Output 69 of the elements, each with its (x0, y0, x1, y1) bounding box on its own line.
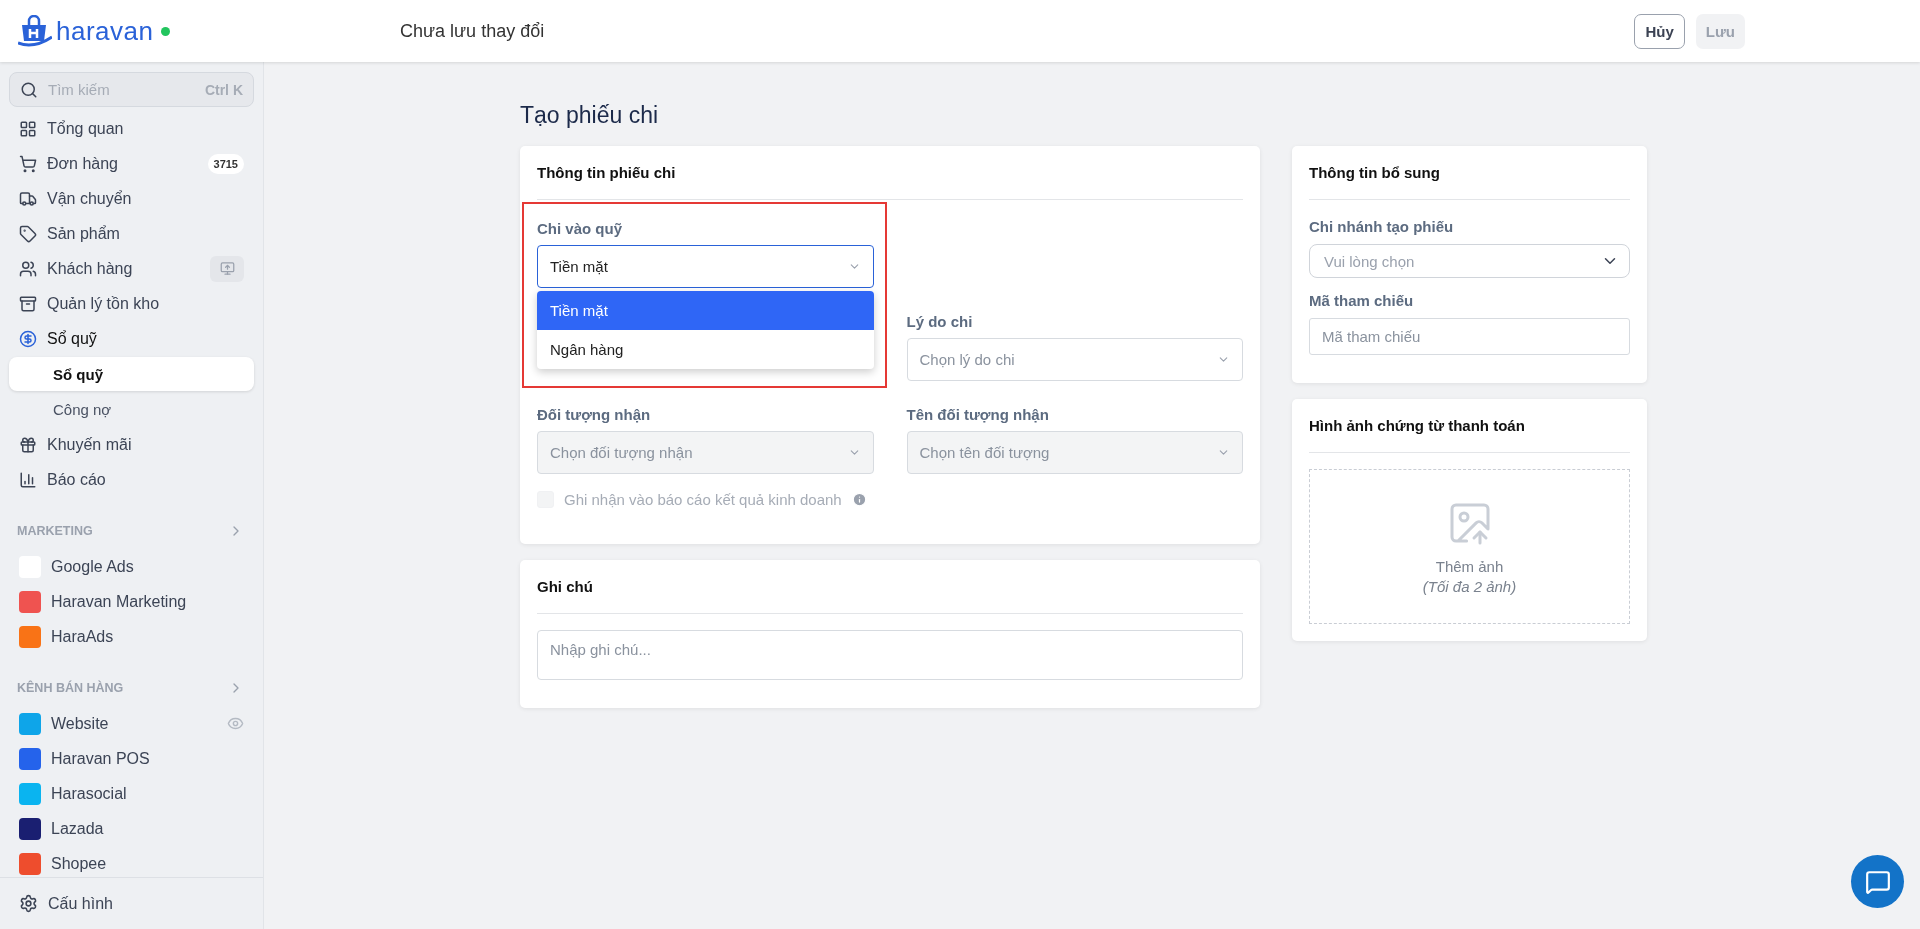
upload-area[interactable]: Thêm ảnh (Tối đa 2 ảnh) (1309, 469, 1630, 624)
card-title: Ghi chú (537, 560, 1243, 614)
app-item[interactable]: Lazada (9, 811, 254, 846)
nav-icon (19, 154, 37, 173)
field-label: Lý do chi (906, 313, 974, 332)
nav-item[interactable]: Vận chuyển (9, 181, 254, 216)
select-field[interactable]: Tiền mặt (537, 245, 874, 288)
section-title: KÊNH BÁN HÀNG (17, 681, 124, 695)
field-label: Mã tham chiếu (1309, 292, 1415, 309)
app-item[interactable]: Harasocial (9, 776, 254, 811)
app-icon (19, 747, 41, 770)
app-item[interactable]: Website (9, 706, 254, 741)
nav-item[interactable]: Sản phẩm (9, 216, 254, 251)
bag-logo-icon (18, 15, 52, 47)
chat-button[interactable] (1851, 855, 1904, 908)
nav-item[interactable]: Đơn hàng 3715 (9, 146, 254, 181)
app-icon (19, 782, 41, 805)
settings-item[interactable]: Cấu hình (0, 877, 263, 929)
upload-hint: (Tối đa 2 ảnh) (1422, 577, 1517, 595)
unsaved-status: Chưa lưu thay đổi (400, 20, 546, 42)
settings-icon (19, 894, 38, 913)
field-label: Chi vào quỹ (537, 220, 623, 239)
card-title: Thông tin bổ sung (1309, 146, 1630, 200)
app-item[interactable]: Shopee (9, 846, 254, 877)
app-icon (19, 817, 41, 840)
nav-icon (19, 259, 37, 278)
app-item[interactable]: Google Ads (9, 549, 254, 584)
nav-item[interactable]: Tổng quan (9, 111, 254, 146)
nav-icon (19, 329, 37, 348)
nav-icon (19, 294, 37, 313)
app-icon (19, 712, 41, 735)
nav-item[interactable]: Khách hàng (9, 251, 254, 286)
page-title: Tạo phiếu chi (520, 102, 660, 129)
nav-icon (19, 224, 37, 243)
field-label: Đối tượng nhận (537, 406, 652, 425)
count-badge: 3715 (207, 153, 244, 174)
card-title: Hình ảnh chứng từ thanh toán (1309, 399, 1630, 453)
checkbox-label: Ghi nhận vào báo cáo kết quả kinh doanh (564, 491, 842, 508)
app-item[interactable]: HaraAds (9, 619, 254, 654)
field-label: Chi nhánh tạo phiếu (1309, 218, 1455, 235)
nav-subitem[interactable]: Công nợ (9, 392, 254, 426)
dropdown-option[interactable]: Ngân hàng (537, 330, 874, 369)
nav-icon (19, 470, 37, 489)
chat-icon (1864, 868, 1891, 895)
nav-icon (19, 189, 37, 208)
app-item[interactable]: Haravan Marketing (9, 584, 254, 619)
search-icon (20, 80, 38, 99)
nav-icon (19, 435, 37, 454)
app-icon (19, 625, 41, 648)
dropdown-option[interactable]: Tiền mặt (537, 291, 874, 330)
section-title: MARKETING (17, 524, 93, 538)
app-icon (19, 852, 41, 875)
app-icon (19, 590, 41, 613)
nav-item[interactable]: Báo cáo (9, 462, 254, 497)
brand-name: haravan (56, 15, 154, 47)
nav-subitem[interactable]: Sổ quỹ (9, 357, 254, 391)
info-icon[interactable] (851, 492, 867, 507)
cancel-button[interactable]: Hủy (1634, 13, 1685, 49)
screen-icon[interactable] (210, 255, 244, 282)
nav-item[interactable]: Quản lý tồn kho (9, 286, 254, 321)
app-item[interactable]: Haravan POS (9, 741, 254, 776)
nav-icon (19, 119, 37, 138)
eye-icon[interactable] (227, 715, 244, 732)
card-title: Thông tin phiếu chi (537, 146, 1243, 200)
shortcut-hint: Ctrl K (204, 81, 243, 98)
upload-label: Thêm ảnh (1435, 557, 1504, 575)
field-label: Tên đối tượng nhận (906, 406, 1050, 425)
nav-item[interactable]: Khuyến mãi (9, 427, 254, 462)
nav-item[interactable]: Sổ quỹ (9, 321, 254, 356)
